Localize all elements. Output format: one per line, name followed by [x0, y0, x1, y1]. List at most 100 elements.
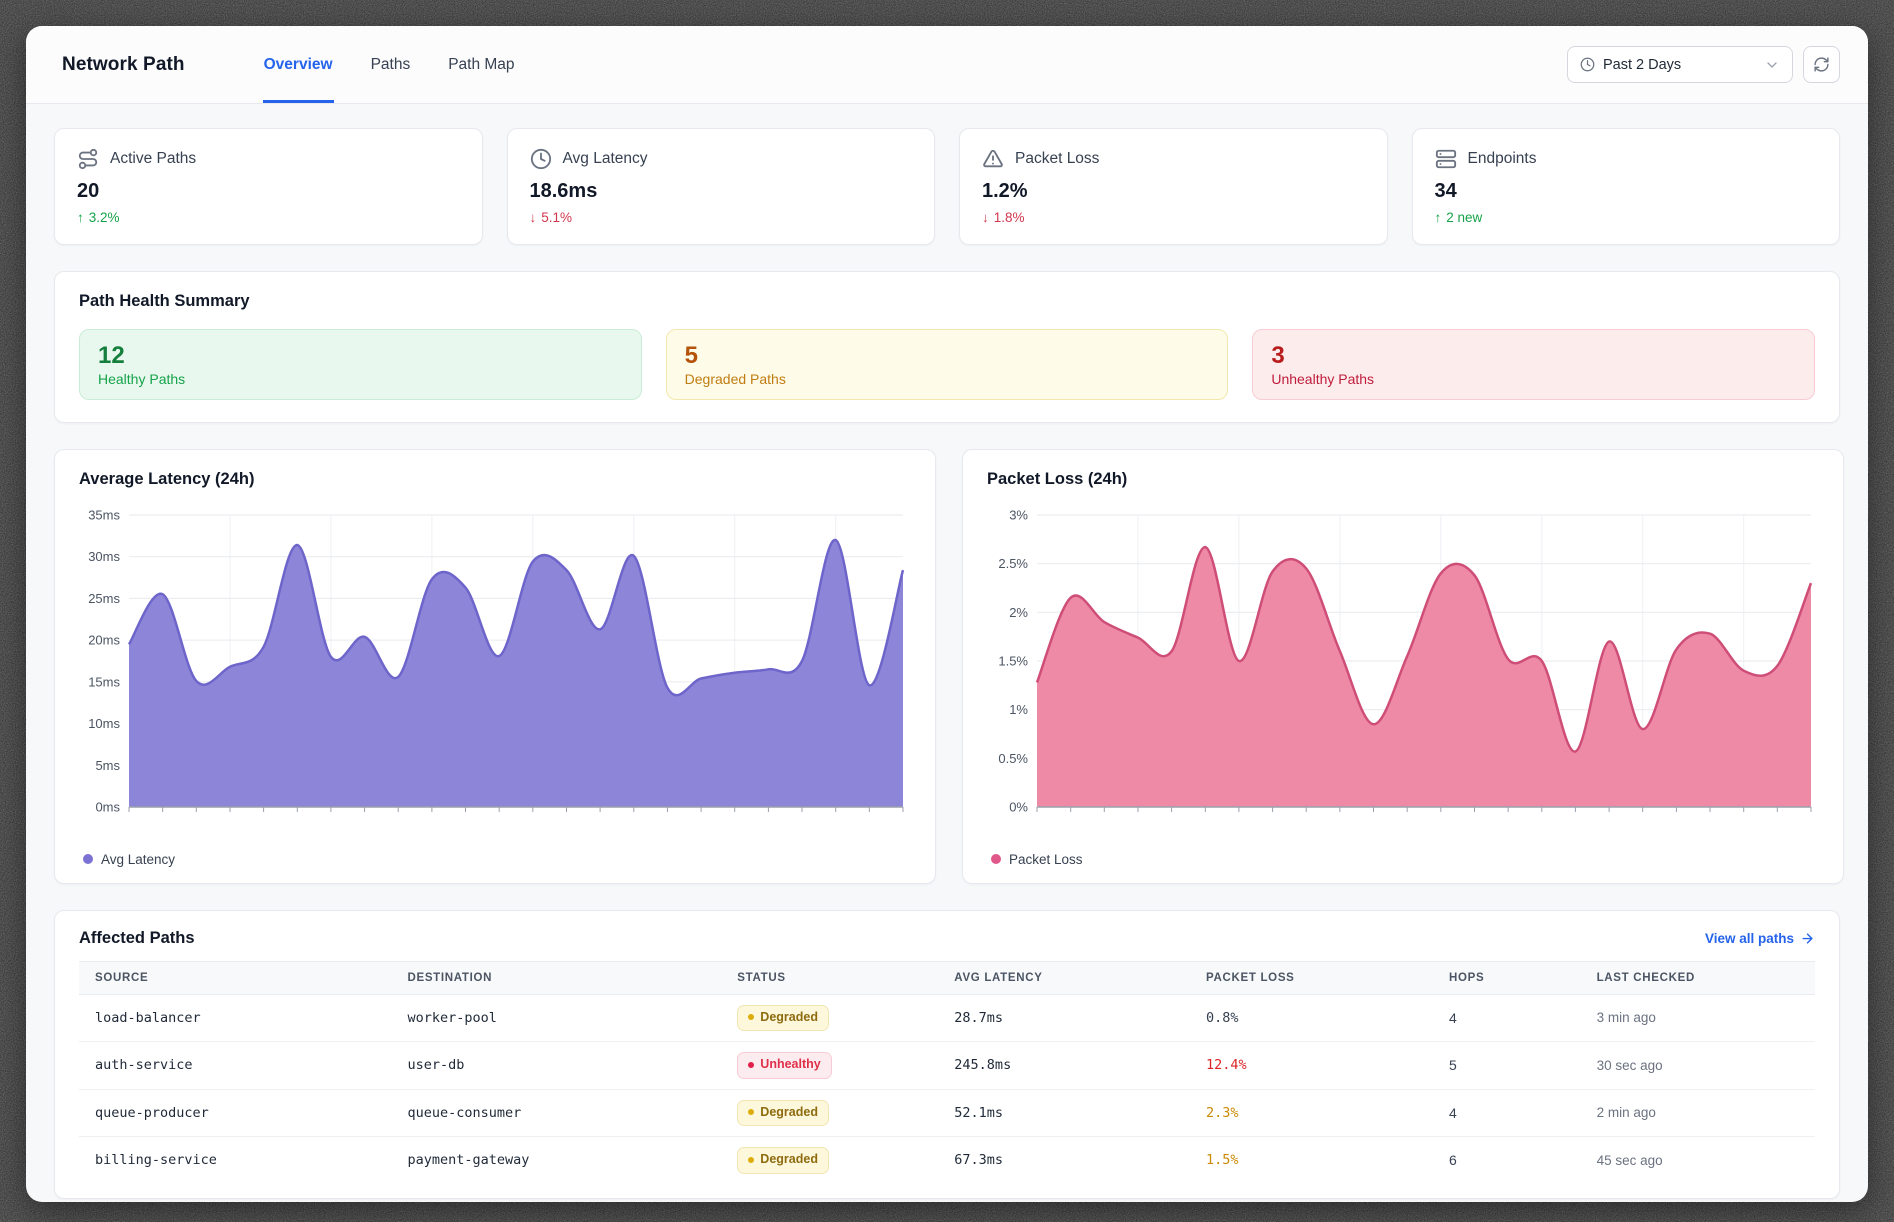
cell-status: Degraded	[721, 1137, 938, 1184]
stats-row: Active Paths20↑3.2%Avg Latency18.6ms↓5.1…	[54, 128, 1840, 245]
path-health-summary-card: Path Health Summary 12Healthy Paths 5Degr…	[54, 271, 1840, 423]
tab-paths[interactable]: Paths	[370, 26, 412, 103]
charts-row: Average Latency (24h) 0ms5ms10ms15ms20ms…	[54, 449, 1840, 884]
stat-label: Packet Loss	[1015, 150, 1099, 168]
table-row-auth-service: auth-serviceuser-dbUnhealthy245.8ms12.4%…	[79, 1042, 1815, 1090]
cell-status: Unhealthy	[721, 1042, 938, 1090]
health-summary-title: Path Health Summary	[79, 292, 1815, 311]
cell-source: queue-producer	[79, 1089, 391, 1137]
svg-text:20ms: 20ms	[88, 632, 120, 647]
avg-latency-chart-card: Average Latency (24h) 0ms5ms10ms15ms20ms…	[54, 449, 936, 884]
tab-bar: Overview Paths Path Map	[263, 26, 516, 103]
status-dot-icon	[748, 1157, 754, 1163]
health-label: Degraded Paths	[685, 371, 1210, 387]
chart-title-packet-loss: Packet Loss (24h)	[987, 470, 1819, 489]
svg-text:0ms: 0ms	[95, 799, 120, 814]
svg-text:1%: 1%	[1009, 702, 1028, 717]
time-range-select[interactable]: Past 2 Days	[1567, 46, 1793, 83]
column-header-status: STATUS	[721, 961, 938, 994]
trend-down-icon: ↓	[530, 210, 537, 225]
stat-label: Endpoints	[1468, 150, 1537, 168]
cell-hops: 4	[1433, 994, 1581, 1042]
chart-title-latency: Average Latency (24h)	[79, 470, 911, 489]
svg-text:25ms: 25ms	[88, 590, 120, 605]
health-label: Unhealthy Paths	[1271, 371, 1796, 387]
cell-avg-latency: 52.1ms	[938, 1089, 1190, 1137]
cell-hops: 5	[1433, 1042, 1581, 1090]
cell-packet-loss: 12.4%	[1190, 1042, 1433, 1090]
stat-delta-value: 3.2%	[89, 210, 120, 225]
affected-paths-card: Affected Paths View all paths SOURCEDEST…	[54, 910, 1840, 1199]
table-header-row: SOURCEDESTINATIONSTATUSAVG LATENCYPACKET…	[79, 961, 1815, 994]
cell-status: Degraded	[721, 1089, 938, 1137]
avg-latency-area-chart: 0ms5ms10ms15ms20ms25ms30ms35ms	[79, 499, 911, 839]
cell-last-checked: 45 sec ago	[1581, 1137, 1815, 1184]
status-dot-icon	[748, 1062, 754, 1068]
chart-legend-latency: Avg Latency	[79, 852, 911, 867]
health-box-healthy-paths: 12Healthy Paths	[79, 329, 642, 400]
status-label: Degraded	[760, 1104, 818, 1122]
stat-delta-value: 5.1%	[541, 210, 572, 225]
svg-text:35ms: 35ms	[88, 507, 120, 522]
refresh-button[interactable]	[1803, 46, 1840, 83]
status-label: Degraded	[760, 1151, 818, 1169]
column-header-avg-latency: AVG LATENCY	[938, 961, 1190, 994]
stat-label: Active Paths	[110, 150, 196, 168]
health-count: 12	[98, 342, 623, 370]
column-header-destination: DESTINATION	[391, 961, 721, 994]
time-range-value: Past 2 Days	[1603, 57, 1681, 73]
table-row-queue-producer: queue-producerqueue-consumer Degraded 52.1…	[79, 1089, 1815, 1137]
cell-packet-loss: 0.8%	[1190, 994, 1433, 1042]
svg-text:2.5%: 2.5%	[998, 556, 1028, 571]
chevron-down-icon	[1764, 57, 1780, 73]
stat-card-packet-loss: Packet Loss1.2%↓1.8%	[959, 128, 1388, 245]
cell-source: auth-service	[79, 1042, 391, 1090]
stat-value: 34	[1435, 180, 1818, 203]
legend-dot-packet-loss	[991, 854, 1001, 864]
status-label: Degraded	[760, 1009, 818, 1027]
trend-down-icon: ↓	[982, 210, 989, 225]
header-controls: Past 2 Days	[1567, 26, 1840, 103]
cell-destination: queue-consumer	[391, 1089, 721, 1137]
health-count: 5	[685, 342, 1210, 370]
app-header: Network Path OverviewPathsPath Map Past …	[26, 26, 1868, 104]
stat-card-avg-latency: Avg Latency18.6ms↓5.1%	[507, 128, 936, 245]
status-label: Unhealthy	[760, 1056, 820, 1074]
legend-label-packet-loss: Packet Loss	[1009, 852, 1083, 867]
cell-packet-loss: 2.3%	[1190, 1089, 1433, 1137]
cell-avg-latency: 28.7ms	[938, 994, 1190, 1042]
refresh-icon	[1813, 56, 1830, 73]
status-badge: Degraded	[737, 1100, 829, 1127]
svg-text:3%: 3%	[1009, 507, 1028, 522]
health-box-degraded-paths: 5Degraded Paths	[666, 329, 1229, 400]
svg-text:2%: 2%	[1009, 604, 1028, 619]
cell-hops: 6	[1433, 1137, 1581, 1184]
chart-legend-packet-loss: Packet Loss	[987, 852, 1819, 867]
main-content: Active Paths20↑3.2%Avg Latency18.6ms↓5.1…	[26, 104, 1868, 1199]
tab-overview[interactable]: Overview	[263, 26, 334, 103]
column-header-packet-loss: PACKET LOSS	[1190, 961, 1433, 994]
stat-delta-value: 1.8%	[994, 210, 1025, 225]
affected-paths-header: Affected Paths View all paths	[79, 929, 1815, 948]
cell-avg-latency: 67.3ms	[938, 1137, 1190, 1184]
stat-card-active-paths: Active Paths20↑3.2%	[54, 128, 483, 245]
desktop-background: Network Path OverviewPathsPath Map Past …	[0, 0, 1894, 1222]
stat-delta: ↑3.2%	[77, 210, 460, 225]
packet-loss-chart-card: Packet Loss (24h) 0%0.5%1%1.5%2%2.5%3% P…	[962, 449, 1844, 884]
cell-source: billing-service	[79, 1137, 391, 1184]
legend-dot-avg-latency	[83, 854, 93, 864]
view-all-paths-label: View all paths	[1705, 931, 1794, 946]
view-all-paths-link[interactable]: View all paths	[1705, 931, 1815, 946]
alert-triangle-icon	[982, 148, 1004, 170]
health-summary-grid: 12Healthy Paths5Degraded Paths3Unhealthy…	[79, 329, 1815, 400]
stat-delta: ↑2 new	[1435, 210, 1818, 225]
arrow-right-icon	[1800, 931, 1815, 946]
tab-path-map[interactable]: Path Map	[447, 26, 515, 103]
server-icon	[1435, 148, 1457, 170]
cell-avg-latency: 245.8ms	[938, 1042, 1190, 1090]
stat-label: Avg Latency	[563, 150, 648, 168]
column-header-source: SOURCE	[79, 961, 391, 994]
svg-text:0.5%: 0.5%	[998, 750, 1028, 765]
status-dot-icon	[748, 1014, 754, 1020]
clock-icon	[1580, 57, 1595, 72]
